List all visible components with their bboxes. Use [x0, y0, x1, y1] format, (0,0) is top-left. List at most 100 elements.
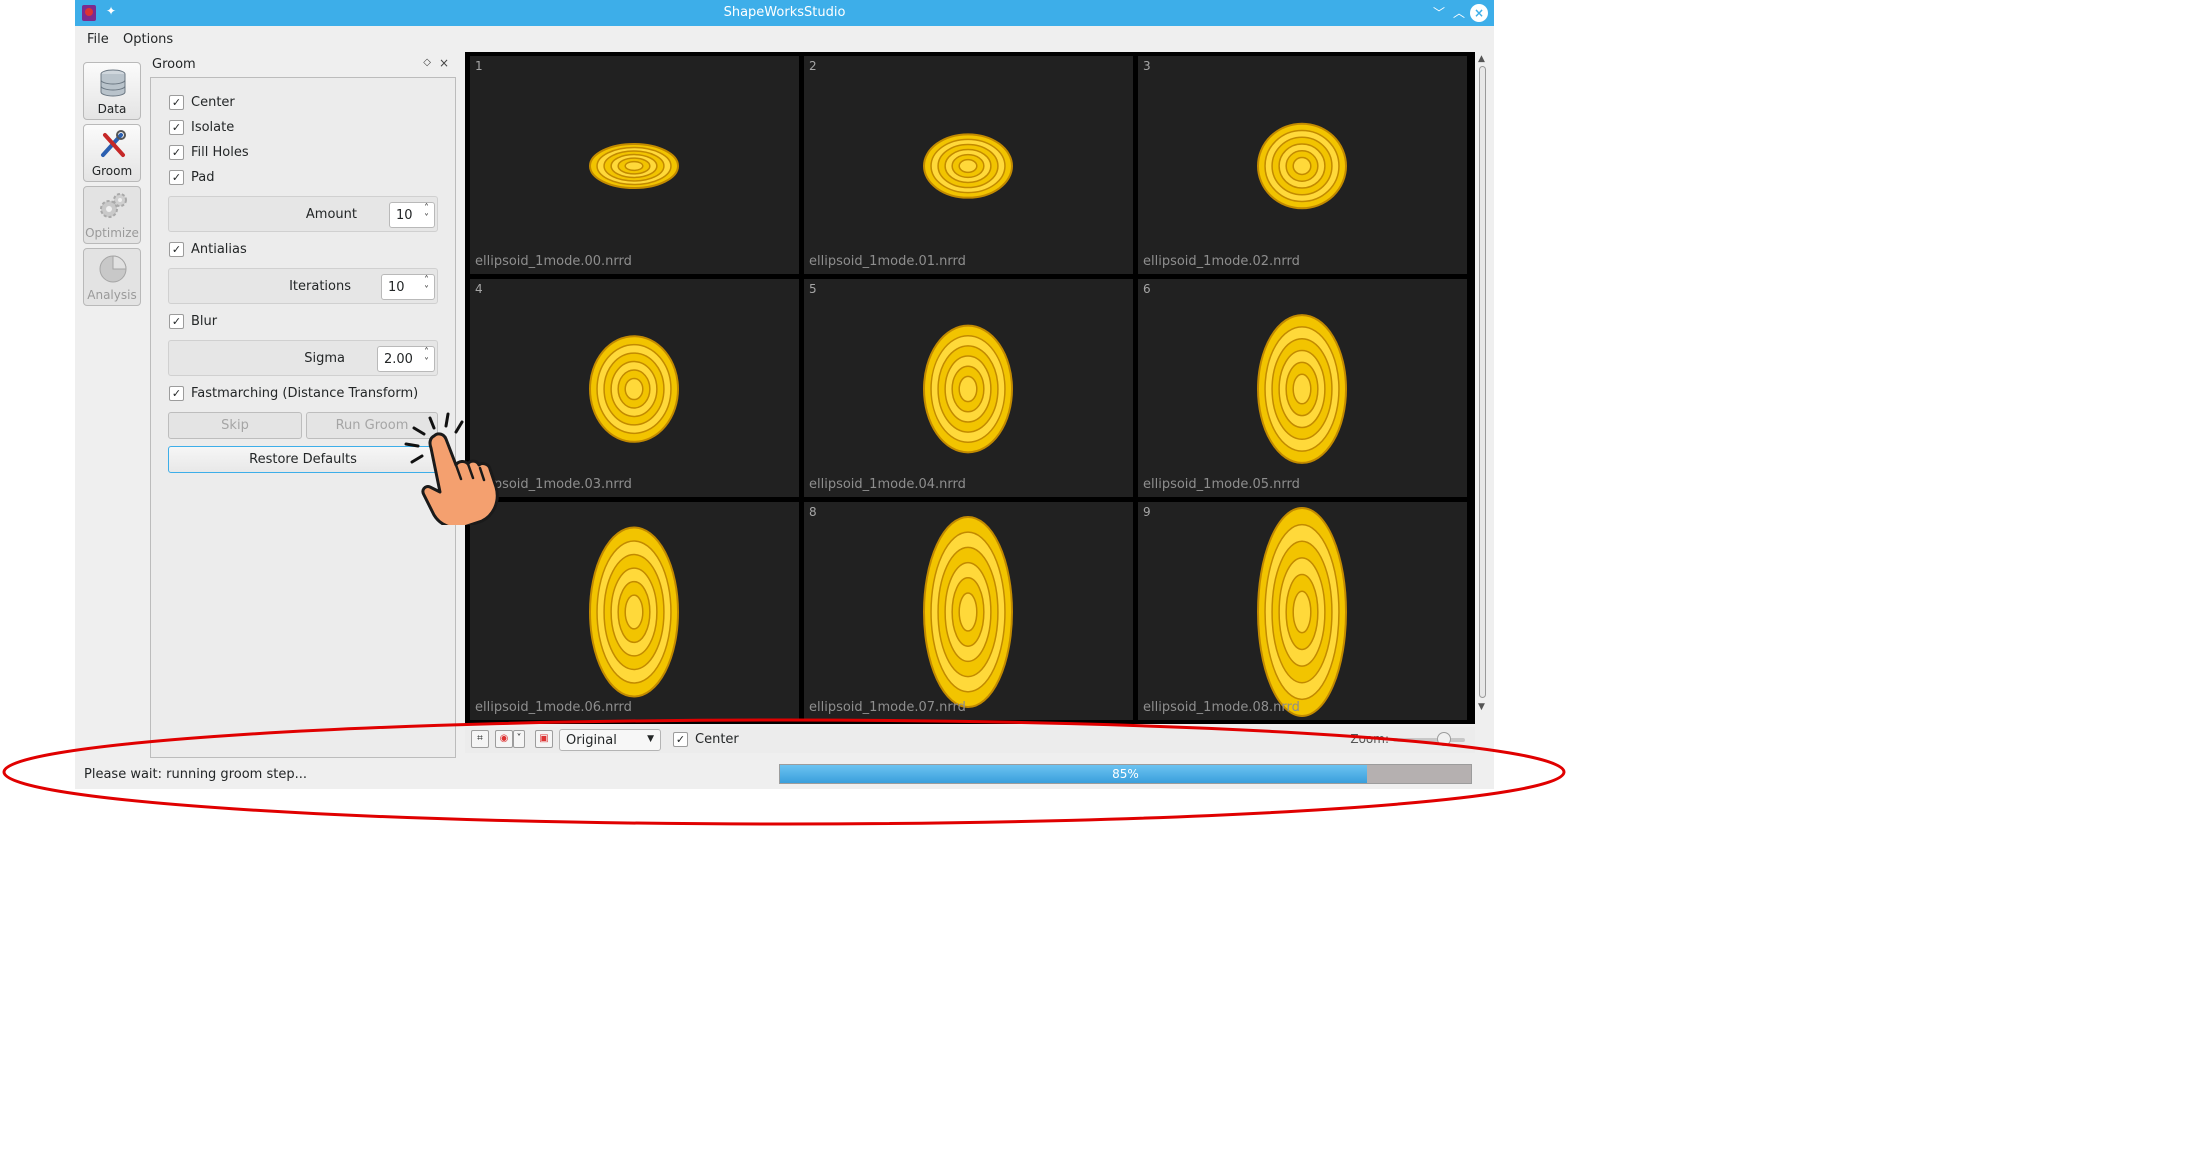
ellipsoid-layer [958, 158, 978, 174]
viewport-index: 2 [809, 59, 817, 73]
tool-groom-label: Groom [91, 164, 133, 178]
ellipsoid-layer [958, 592, 978, 632]
tool-selector: Data Groom Optimize Analysis [81, 58, 144, 758]
check-icon: ✓ [169, 120, 184, 135]
viewport-tile[interactable]: 7ellipsoid_1mode.06.nrrd [470, 502, 799, 720]
float-panel-icon[interactable]: ◇ [423, 57, 431, 68]
ellipsoid-layer [1292, 590, 1312, 634]
fill-holes-label: Fill Holes [191, 145, 249, 160]
viewport-tile[interactable]: 2 ellipsoid_1mode.01.nrrd [804, 56, 1133, 274]
viewport-tile[interactable]: 5 ellipsoid_1mode.04.nrrd [804, 279, 1133, 497]
tool-groom-button[interactable]: Groom [83, 124, 141, 182]
viewport-tile[interactable]: 6 ellipsoid_1mode.05.nrrd [1138, 279, 1467, 497]
tool-data-label: Data [97, 102, 127, 116]
viewport-tile[interactable]: 1 ellipsoid_1mode.00.nrrd [470, 56, 799, 274]
spin-arrows-icon[interactable]: ˄ ˅ [424, 348, 429, 368]
blur-sigma-row: Sigma 2.00 ˄ ˅ [168, 340, 438, 376]
scroll-down-icon[interactable]: ▼ [1478, 702, 1485, 712]
ellipsoid-render [1257, 122, 1347, 210]
scrollbar-handle[interactable] [1479, 66, 1486, 698]
check-icon: ✓ [169, 314, 184, 329]
tool-analysis-button[interactable]: Analysis [83, 248, 141, 306]
close-panel-icon[interactable]: × [439, 56, 449, 70]
viewport-index: 5 [809, 282, 817, 296]
check-icon: ✓ [169, 170, 184, 185]
scroll-up-icon[interactable]: ▲ [1478, 54, 1485, 64]
pad-label: Pad [191, 170, 215, 185]
viewer-scrollbar[interactable]: ▲ ▼ [1476, 52, 1490, 724]
viewport-index: 6 [1143, 282, 1151, 296]
antialias-iterations-row: Iterations 10 ˄ ˅ [168, 268, 438, 304]
viewport-filename: ellipsoid_1mode.01.nrrd [809, 254, 966, 269]
viewport-filename: ellipsoid_1mode.00.nrrd [475, 254, 632, 269]
spin-arrows-icon[interactable]: ˄ ˅ [424, 276, 429, 296]
minimize-button[interactable]: ﹀ [1430, 4, 1448, 22]
amount-label: Amount [305, 207, 357, 222]
sigma-spinbox[interactable]: 2.00 ˄ ˅ [377, 346, 435, 372]
iterations-value: 10 [388, 280, 405, 295]
blur-label: Blur [191, 314, 218, 329]
ellipsoid-layer [624, 377, 644, 401]
center-label: Center [191, 95, 235, 110]
pointing-hand-cursor-icon [404, 412, 499, 525]
gears-icon [100, 193, 127, 218]
maximize-button[interactable]: ︿ [1450, 4, 1468, 22]
sigma-value: 2.00 [384, 352, 413, 367]
amount-value: 10 [396, 208, 413, 223]
ellipsoid-render [923, 324, 1013, 454]
viewport-index: 3 [1143, 59, 1151, 73]
viewport-tile[interactable]: 3 ellipsoid_1mode.02.nrrd [1138, 56, 1467, 274]
check-icon: ✓ [169, 95, 184, 110]
viewport-index: 4 [475, 282, 483, 296]
viewport-filename: ellipsoid_1mode.05.nrrd [1143, 477, 1300, 492]
close-button[interactable]: × [1470, 4, 1488, 22]
spin-arrows-icon[interactable]: ˄ ˅ [424, 204, 429, 224]
amount-spinbox[interactable]: 10 ˄ ˅ [389, 202, 435, 228]
antialias-label: Antialias [191, 242, 247, 257]
viewport-tile[interactable]: 4 ellipsoid_1mode.03.nrrd [470, 279, 799, 497]
viewport-filename: ellipsoid_1mode.08.nrrd [1143, 700, 1300, 715]
pad-amount-row: Amount 10 ˄ ˅ [168, 196, 438, 232]
annotation-ellipse [2, 718, 1566, 826]
iterations-label: Iterations [289, 279, 351, 294]
window-title: ShapeWorksStudio [723, 5, 846, 20]
viewport-tile[interactable]: 8 ellipsoid_1mode.07.nrrd [804, 502, 1133, 720]
ellipsoid-layer [1292, 373, 1312, 405]
viewport-index: 1 [475, 59, 483, 73]
ellipsoid-layer [624, 160, 644, 172]
viewport-tile[interactable]: 9 ellipsoid_1mode.08.nrrd [1138, 502, 1467, 720]
restore-defaults-button[interactable]: Restore Defaults [168, 446, 438, 473]
ellipsoid-render [1257, 507, 1347, 717]
panel-title: Groom [152, 57, 196, 72]
app-window: ✦ ShapeWorksStudio ﹀ ︿ × File Options Da… [75, 0, 1494, 789]
skip-button[interactable]: Skip [168, 412, 302, 439]
tool-data-button[interactable]: Data [83, 62, 141, 120]
ellipsoid-render [589, 335, 679, 443]
viewport-index: 8 [809, 505, 817, 519]
check-icon: ✓ [169, 242, 184, 257]
tool-optimize-button[interactable]: Optimize [83, 186, 141, 244]
menu-file[interactable]: File [87, 32, 109, 47]
tool-optimize-label: Optimize [85, 226, 139, 240]
viewport-filename: ellipsoid_1mode.04.nrrd [809, 477, 966, 492]
pie-chart-icon [99, 255, 127, 283]
viewport-filename: ellipsoid_1mode.02.nrrd [1143, 254, 1300, 269]
ellipsoid-render [589, 526, 679, 698]
viewport-index: 9 [1143, 505, 1151, 519]
ellipsoid-render [923, 133, 1013, 199]
menu-options[interactable]: Options [123, 32, 173, 47]
ellipsoid-render [923, 515, 1013, 709]
iterations-spinbox[interactable]: 10 ˄ ˅ [381, 274, 435, 300]
isolate-label: Isolate [191, 120, 235, 135]
ellipsoid-layer [958, 375, 978, 403]
fastmarching-label: Fastmarching (Distance Transform) [191, 386, 419, 401]
check-icon: ✓ [169, 145, 184, 160]
check-icon: ✓ [169, 386, 184, 401]
tool-analysis-label: Analysis [87, 288, 137, 302]
title-bar: ✦ ShapeWorksStudio ﹀ ︿ × [75, 0, 1494, 26]
ellipsoid-layer [624, 594, 644, 630]
database-icon [100, 69, 126, 97]
ellipsoid-render [1257, 314, 1347, 464]
viewport-filename: ellipsoid_1mode.07.nrrd [809, 700, 966, 715]
ellipsoid-layer [1292, 156, 1312, 176]
